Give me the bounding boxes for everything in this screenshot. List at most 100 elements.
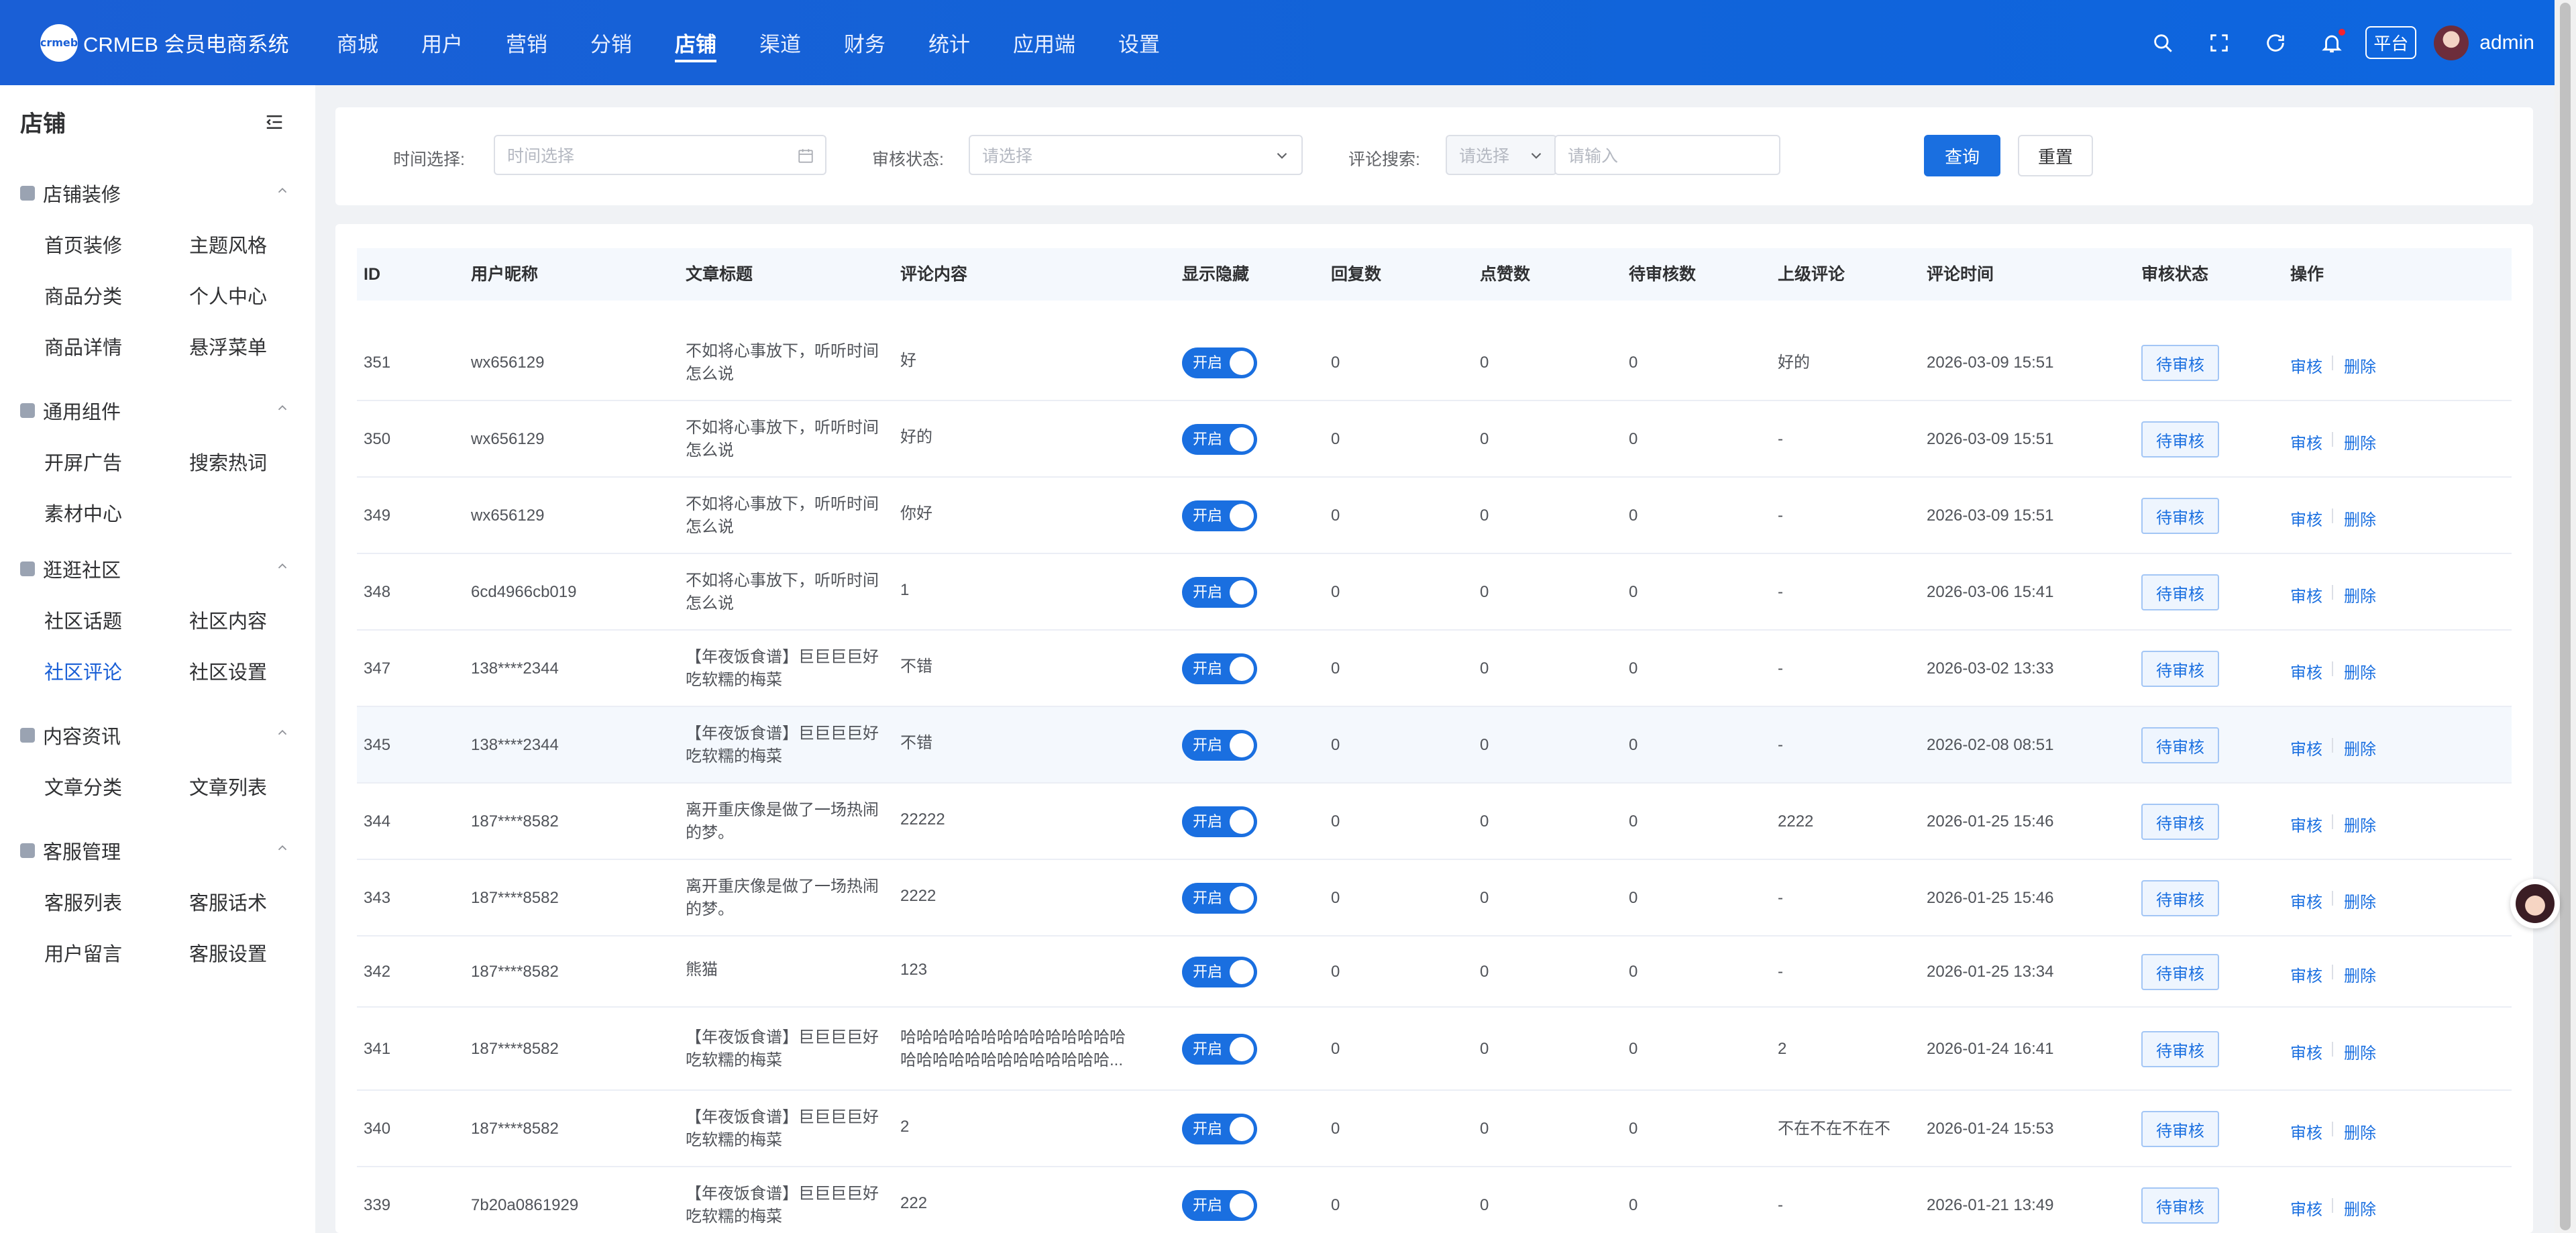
sidebar-item[interactable]: 社区内容 [189,606,267,634]
review-link[interactable]: 审核 [2290,583,2322,606]
top-nav-item[interactable]: 商城 [315,0,400,85]
top-nav-item[interactable]: 渠道 [738,0,822,85]
review-link[interactable]: 审核 [2290,506,2322,530]
visibility-toggle[interactable]: 开启 [1182,883,1257,914]
top-nav-item[interactable]: 财务 [822,0,907,85]
sidebar-item[interactable]: 用户留言 [44,939,122,967]
sidebar-item[interactable]: 社区评论 [44,657,122,685]
pending-review-button[interactable]: 待审核 [2141,345,2219,381]
table-row[interactable]: 339 7b20a0861929 【年夜饭食谱】巨巨巨巨好 吃软糯的梅菜 222 开启 0 0… [357,1167,2512,1233]
review-link[interactable]: 审核 [2290,659,2322,683]
review-link[interactable]: 审核 [2290,963,2322,986]
visibility-toggle[interactable]: 开启 [1182,424,1257,455]
table-row[interactable]: 345 138****2344 【年夜饭食谱】巨巨巨巨好 吃软糯的梅菜 不错 开启 0 0 0-… [357,707,2512,784]
pending-review-button[interactable]: 待审核 [2141,421,2219,458]
visibility-toggle[interactable]: 开启 [1182,1190,1257,1221]
sidebar-item[interactable]: 悬浮菜单 [189,332,267,360]
refresh-icon[interactable] [2247,32,2304,54]
top-nav-item[interactable]: 分销 [569,0,653,85]
sidebar-item[interactable]: 客服设置 [189,939,267,967]
top-nav-item[interactable]: 店铺 [653,0,738,85]
pending-review-button[interactable]: 待审核 [2141,1031,2219,1067]
sidebar-item[interactable]: 商品分类 [44,281,122,309]
pending-review-button[interactable]: 待审核 [2141,498,2219,534]
chevron-up-icon[interactable] [275,183,290,198]
table-row[interactable]: 348 6cd4966cb019 不如将心事放下，听听时间 怎么说 1 开启 0 0 0 - 202… [357,554,2512,631]
sidebar-item[interactable]: 文章列表 [189,772,267,800]
sidebar-item[interactable]: 客服列表 [44,888,122,916]
pending-review-button[interactable]: 待审核 [2141,954,2219,990]
sidebar-item[interactable]: 社区设置 [189,657,267,685]
time-picker[interactable]: 时间选择 [494,135,826,175]
sidebar-item[interactable]: 客服话术 [189,888,267,916]
sidebar-item[interactable]: 文章分类 [44,772,122,800]
search-type-select[interactable]: 请选择 [1446,135,1557,175]
sidebar-item[interactable]: 开屏广告 [44,447,122,476]
fold-menu-icon[interactable] [264,112,284,132]
status-select[interactable]: 请选择 [969,135,1303,175]
chevron-up-icon[interactable] [275,559,290,574]
pending-review-button[interactable]: 待审核 [2141,651,2219,687]
visibility-toggle[interactable]: 开启 [1182,1114,1257,1144]
sidebar-group-title[interactable]: 客服管理 [20,837,121,865]
visibility-toggle[interactable]: 开启 [1182,500,1257,531]
visibility-toggle[interactable]: 开启 [1182,957,1257,987]
delete-link[interactable]: 删除 [2344,1120,2376,1143]
delete-link[interactable]: 删除 [2344,736,2376,759]
chevron-up-icon[interactable] [275,841,290,855]
sidebar-group-title[interactable]: 店铺装修 [20,179,121,207]
delete-link[interactable]: 删除 [2344,963,2376,986]
pending-review-button[interactable]: 待审核 [2141,804,2219,840]
review-link[interactable]: 审核 [2290,812,2322,836]
pending-review-button[interactable]: 待审核 [2141,574,2219,610]
username[interactable]: admin [2479,32,2534,54]
visibility-toggle[interactable]: 开启 [1182,1034,1257,1065]
visibility-toggle[interactable]: 开启 [1182,577,1257,608]
delete-link[interactable]: 删除 [2344,1196,2376,1220]
delete-link[interactable]: 删除 [2344,659,2376,683]
top-nav-item[interactable]: 营销 [484,0,569,85]
platform-badge[interactable]: 平台 [2365,26,2417,59]
user-avatar[interactable] [2434,25,2469,60]
visibility-toggle[interactable]: 开启 [1182,730,1257,761]
top-nav-item[interactable]: 设置 [1097,0,1181,85]
table-row[interactable]: 349 wx656129 不如将心事放下，听听时间 怎么说 你好 开启 0 0 0-2026-0… [357,478,2512,554]
sidebar-group-title[interactable]: 通用组件 [20,396,121,425]
sidebar-item[interactable]: 主题风格 [189,230,267,258]
table-row[interactable]: 351 wx656129 不如将心事放下，听听时间 怎么说好开启 0 0 0 好的 2026-0… [357,325,2512,401]
sidebar-item[interactable]: 素材中心 [44,498,122,527]
search-icon[interactable] [2135,32,2191,54]
review-link[interactable]: 审核 [2290,1040,2322,1063]
query-button[interactable]: 查询 [1924,135,2000,176]
sidebar-group-title[interactable]: 内容资讯 [20,721,121,749]
pending-review-button[interactable]: 待审核 [2141,1111,2219,1147]
delete-link[interactable]: 删除 [2344,1040,2376,1063]
sidebar-item[interactable]: 搜索热词 [189,447,267,476]
table-row[interactable]: 347 138****2344 【年夜饭食谱】巨巨巨巨好 吃软糯的梅菜 不错 开启 0 0 0-… [357,631,2512,707]
top-nav-item[interactable]: 应用端 [991,0,1097,85]
visibility-toggle[interactable]: 开启 [1182,653,1257,684]
scrollbar-thumb[interactable] [2560,3,2571,1230]
table-row[interactable]: 340 187****8582 【年夜饭食谱】巨巨巨巨好 吃软糯的梅菜 2 开启 0 0 0 不在… [357,1091,2512,1167]
customer-service-float-button[interactable] [2510,879,2560,928]
pending-review-button[interactable]: 待审核 [2141,880,2219,916]
visibility-toggle[interactable]: 开启 [1182,347,1257,378]
table-row[interactable]: 350 wx656129 不如将心事放下，听听时间 怎么说 好的 开启 0 0 0-2026-0… [357,401,2512,478]
fullscreen-icon[interactable] [2191,32,2247,54]
bell-icon[interactable] [2304,27,2360,54]
top-nav-item[interactable]: 统计 [907,0,991,85]
visibility-toggle[interactable]: 开启 [1182,806,1257,837]
pending-review-button[interactable]: 待审核 [2141,727,2219,763]
delete-link[interactable]: 删除 [2344,506,2376,530]
review-link[interactable]: 审核 [2290,889,2322,912]
review-link[interactable]: 审核 [2290,1196,2322,1220]
sidebar-item[interactable]: 首页装修 [44,230,122,258]
sidebar-item[interactable]: 个人中心 [189,281,267,309]
table-row[interactable]: 344 187****8582 离开重庆像是做了一场热闹 的梦。 22222 开启 0 0 0 2… [357,784,2512,860]
delete-link[interactable]: 删除 [2344,889,2376,912]
chevron-up-icon[interactable] [275,400,290,415]
review-link[interactable]: 审核 [2290,354,2322,377]
table-row[interactable]: 343 187****8582 离开重庆像是做了一场热闹 的梦。 2222 开启 0 0 0 - 2… [357,860,2512,936]
chevron-up-icon[interactable] [275,725,290,740]
page-scrollbar[interactable] [2555,0,2576,1233]
